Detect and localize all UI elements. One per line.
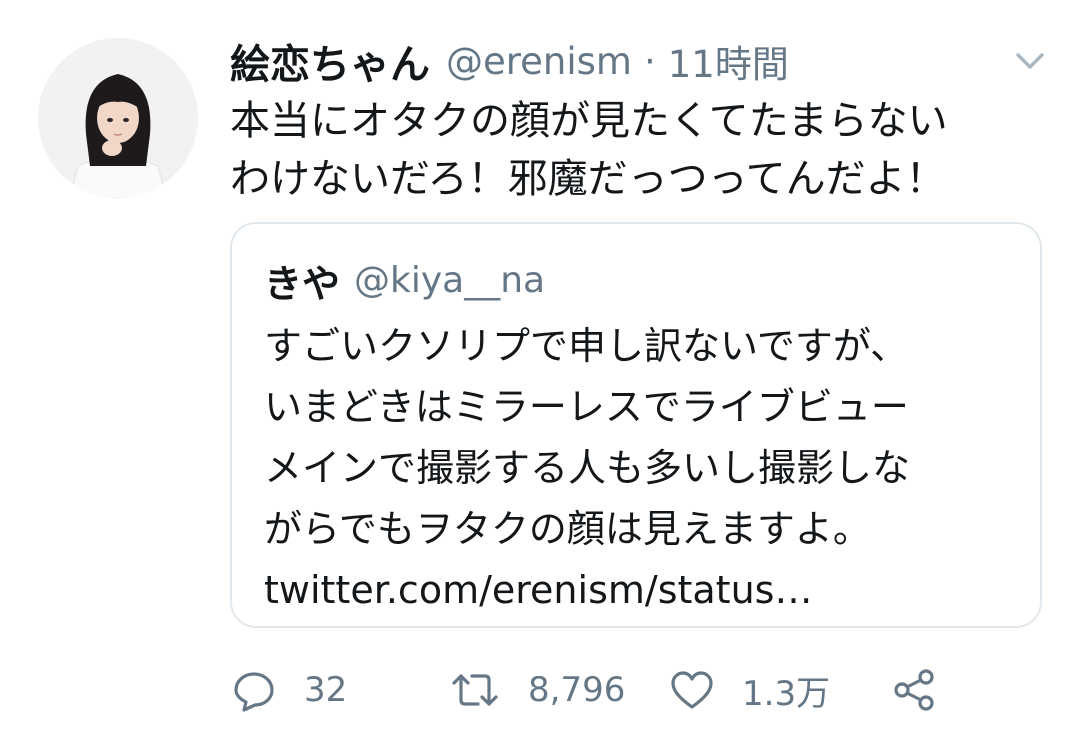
tweet-text-line: わけないだろ！邪魔だっつってんだよ！ [230,156,946,202]
tweet-text-line: 本当にオタクの顔が見たくてたまらない [230,98,948,144]
share-button[interactable] [890,662,938,718]
avatar-image [38,38,198,198]
tweet-menu-button[interactable] [1012,46,1048,76]
author-display-name[interactable]: 絵恋ちゃん [230,32,430,90]
like-button[interactable]: 1.3万 [668,662,830,718]
separator-dot: · [643,39,656,83]
quoted-text-line: いまどきはミラーレスでライブビュー [264,385,909,429]
tweet-text: 本当にオタクの顔が見たくてたまらない わけないだろ！邪魔だっつってんだよ！ [230,92,1030,208]
reply-button[interactable]: 32 [230,662,347,718]
share-icon [894,669,934,711]
quoted-author-display-name: きや [264,261,341,306]
chevron-down-icon [1016,53,1044,69]
quoted-tweet[interactable]: きや @kiya__na すごいクソリプで申し訳ないですが、 いまどきはミラーレ… [230,222,1042,628]
quoted-text-line: メインで撮影する人も多いし撮影しな [264,446,911,490]
like-count: 1.3万 [742,673,831,714]
quoted-author-handle: @kiya__na [354,259,546,301]
retweet-count: 8,796 [528,670,626,710]
quoted-link[interactable]: twitter.com/erenism/status… [264,560,1024,621]
tweet-timestamp[interactable]: 11時間 [668,34,789,88]
quoted-tweet-header: きや @kiya__na [264,252,545,308]
author-handle[interactable]: @erenism [446,40,632,83]
retweet-button[interactable]: 8,796 [448,662,625,718]
quoted-text-line: すごいクソリプで申し訳ないですが、 [264,324,909,368]
reply-icon [234,672,274,712]
quoted-tweet-text: すごいクソリプで申し訳ないですが、 いまどきはミラーレスでライブビュー メインで… [264,316,1024,621]
tweet-card[interactable]: 絵恋ちゃん @erenism · 11時間 本当にオタクの顔が見たくてたまらない… [0,0,1080,754]
retweet-icon [452,674,498,706]
heart-icon [671,671,713,709]
avatar[interactable] [38,38,198,198]
quoted-text-line: がらでもヲタクの顔は見えますよ。 [264,507,871,551]
tweet-header: 絵恋ちゃん @erenism · 11時間 [230,33,789,89]
reply-count: 32 [304,670,348,710]
tweet-actions: 32 8,796 1.3万 [230,662,970,718]
